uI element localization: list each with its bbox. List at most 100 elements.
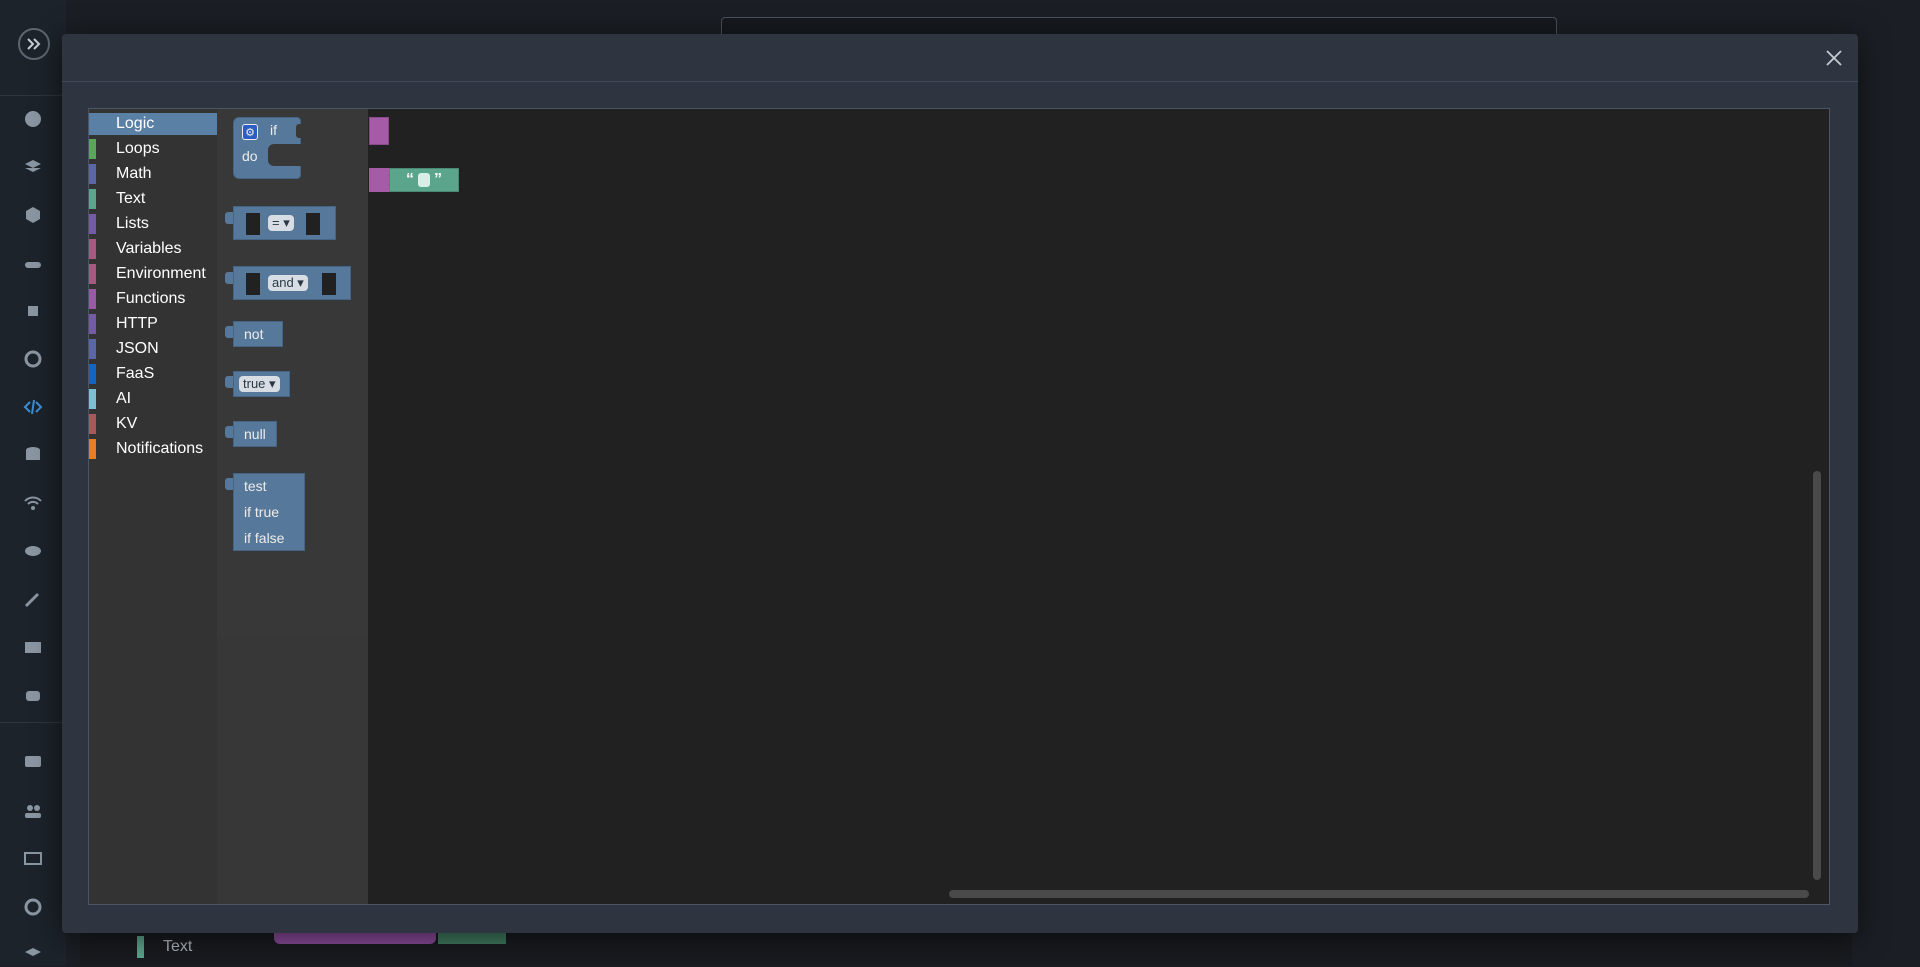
function-block[interactable] xyxy=(369,117,389,145)
category-color-swatch xyxy=(89,439,96,459)
output-notch xyxy=(225,376,233,388)
if-label: if xyxy=(270,122,277,138)
statement-slot xyxy=(268,144,302,166)
eye-icon[interactable] xyxy=(21,539,45,563)
toolbox-category-notifications[interactable]: Notifications xyxy=(89,438,217,460)
toolbox-category-functions[interactable]: Functions xyxy=(89,288,217,310)
toolbox: Logic Loops Math Text Lists Variables Environm… xyxy=(89,109,217,904)
category-label: Math xyxy=(116,165,152,182)
category-color-swatch xyxy=(89,364,96,384)
category-label: HTTP xyxy=(116,315,158,332)
database-icon[interactable] xyxy=(21,443,45,467)
text-block[interactable]: “ ” xyxy=(389,168,459,192)
category-label: AI xyxy=(116,390,132,407)
magic-wand-icon[interactable] xyxy=(21,587,45,611)
flyout: ⚙ if do = ▾ and ▾ not true ▾ null test i… xyxy=(217,109,368,904)
ternary-block[interactable]: test if true if false xyxy=(233,473,305,551)
chip-icon[interactable] xyxy=(21,299,45,323)
category-color-swatch xyxy=(89,139,96,159)
wifi-icon[interactable] xyxy=(21,491,45,515)
monitor-icon[interactable] xyxy=(21,847,45,871)
quote-open: “ xyxy=(406,171,414,188)
category-color-swatch xyxy=(89,389,96,409)
toolbox-category-variables[interactable]: Variables xyxy=(89,238,217,260)
modal-header xyxy=(62,34,1858,82)
close-icon xyxy=(1826,50,1842,66)
category-label: Loops xyxy=(116,140,160,157)
category-color-swatch xyxy=(89,314,96,334)
if-do-block[interactable]: ⚙ if do xyxy=(233,117,302,179)
input-notch xyxy=(296,124,302,138)
output-notch xyxy=(225,478,233,490)
not-block[interactable]: not xyxy=(233,321,283,347)
do-label: do xyxy=(242,148,258,164)
toolbox-category-kv[interactable]: KV xyxy=(89,413,217,435)
toolbox-category-faas[interactable]: FaaS xyxy=(89,363,217,385)
blockly-workspace[interactable]: “ ” Logic Loops Math Text Lists Variables Envi… xyxy=(88,108,1830,905)
category-color-swatch xyxy=(89,214,96,234)
dashboard-icon[interactable] xyxy=(21,107,45,131)
category-label: JSON xyxy=(116,340,159,357)
input-slot xyxy=(322,273,336,295)
helm-icon[interactable] xyxy=(21,347,45,371)
category-color-swatch xyxy=(89,289,96,309)
stack-icon[interactable] xyxy=(21,943,45,967)
compare-block[interactable]: = ▾ xyxy=(233,206,336,240)
toolbox-category-math[interactable]: Math xyxy=(89,163,217,185)
category-label: Lists xyxy=(116,215,149,232)
toolbox-category-loops[interactable]: Loops xyxy=(89,138,217,160)
boolean-dropdown[interactable]: true ▾ xyxy=(239,376,280,392)
settings-icon[interactable] xyxy=(21,895,45,919)
null-block[interactable]: null xyxy=(233,421,277,447)
toolbox-category-http[interactable]: HTTP xyxy=(89,313,217,335)
output-notch xyxy=(225,272,233,284)
robot-icon[interactable] xyxy=(21,683,45,707)
input-slot xyxy=(246,213,260,235)
category-color-swatch xyxy=(89,114,96,134)
category-label: Variables xyxy=(116,240,182,257)
code-icon[interactable] xyxy=(21,395,45,419)
logic-operation-block[interactable]: and ▾ xyxy=(233,266,351,300)
category-label: KV xyxy=(116,415,138,432)
category-color-swatch xyxy=(89,189,96,209)
output-notch xyxy=(225,326,233,338)
background-toolbox-label: Text xyxy=(163,938,193,955)
blockly-editor-modal: “ ” Logic Loops Math Text Lists Variables Envi… xyxy=(62,34,1858,933)
output-notch xyxy=(225,426,233,438)
input-slot xyxy=(306,213,320,235)
not-label: not xyxy=(244,326,264,342)
close-button[interactable] xyxy=(1820,44,1848,72)
null-label: null xyxy=(244,426,266,442)
compare-operator-dropdown[interactable]: = ▾ xyxy=(268,215,294,231)
toolbox-category-lists[interactable]: Lists xyxy=(89,213,217,235)
toolbox-category-environment[interactable]: Environment xyxy=(89,263,217,285)
chat-icon[interactable] xyxy=(21,751,45,775)
chevrons-right-icon xyxy=(27,38,41,50)
boolean-block[interactable]: true ▾ xyxy=(233,371,290,397)
ternary-true-label: if true xyxy=(244,504,280,520)
category-color-swatch xyxy=(89,239,96,259)
category-label: Environment xyxy=(116,265,206,282)
category-label: Text xyxy=(116,190,146,207)
category-color-swatch xyxy=(89,414,96,434)
text-field[interactable] xyxy=(418,173,430,187)
gear-icon[interactable]: ⚙ xyxy=(242,124,258,140)
toolbox-category-ai[interactable]: AI xyxy=(89,388,217,410)
cube-icon[interactable] xyxy=(21,203,45,227)
return-block[interactable] xyxy=(369,168,389,192)
logic-operator-dropdown[interactable]: and ▾ xyxy=(268,275,308,291)
ternary-test-label: test xyxy=(244,478,267,494)
toolbox-category-json[interactable]: JSON xyxy=(89,338,217,360)
layers-icon[interactable] xyxy=(21,155,45,179)
expand-sidebar-button[interactable] xyxy=(18,28,50,60)
toolbox-category-logic[interactable]: Logic xyxy=(89,113,217,135)
category-label: Functions xyxy=(116,290,186,307)
vertical-scrollbar[interactable] xyxy=(1813,471,1821,880)
docker-icon[interactable] xyxy=(21,251,45,275)
left-rail xyxy=(0,0,66,966)
horizontal-scrollbar[interactable] xyxy=(949,890,1809,898)
category-label: Logic xyxy=(116,115,155,132)
users-icon[interactable] xyxy=(21,799,45,823)
mail-icon[interactable] xyxy=(21,635,45,659)
toolbox-category-text[interactable]: Text xyxy=(89,188,217,210)
